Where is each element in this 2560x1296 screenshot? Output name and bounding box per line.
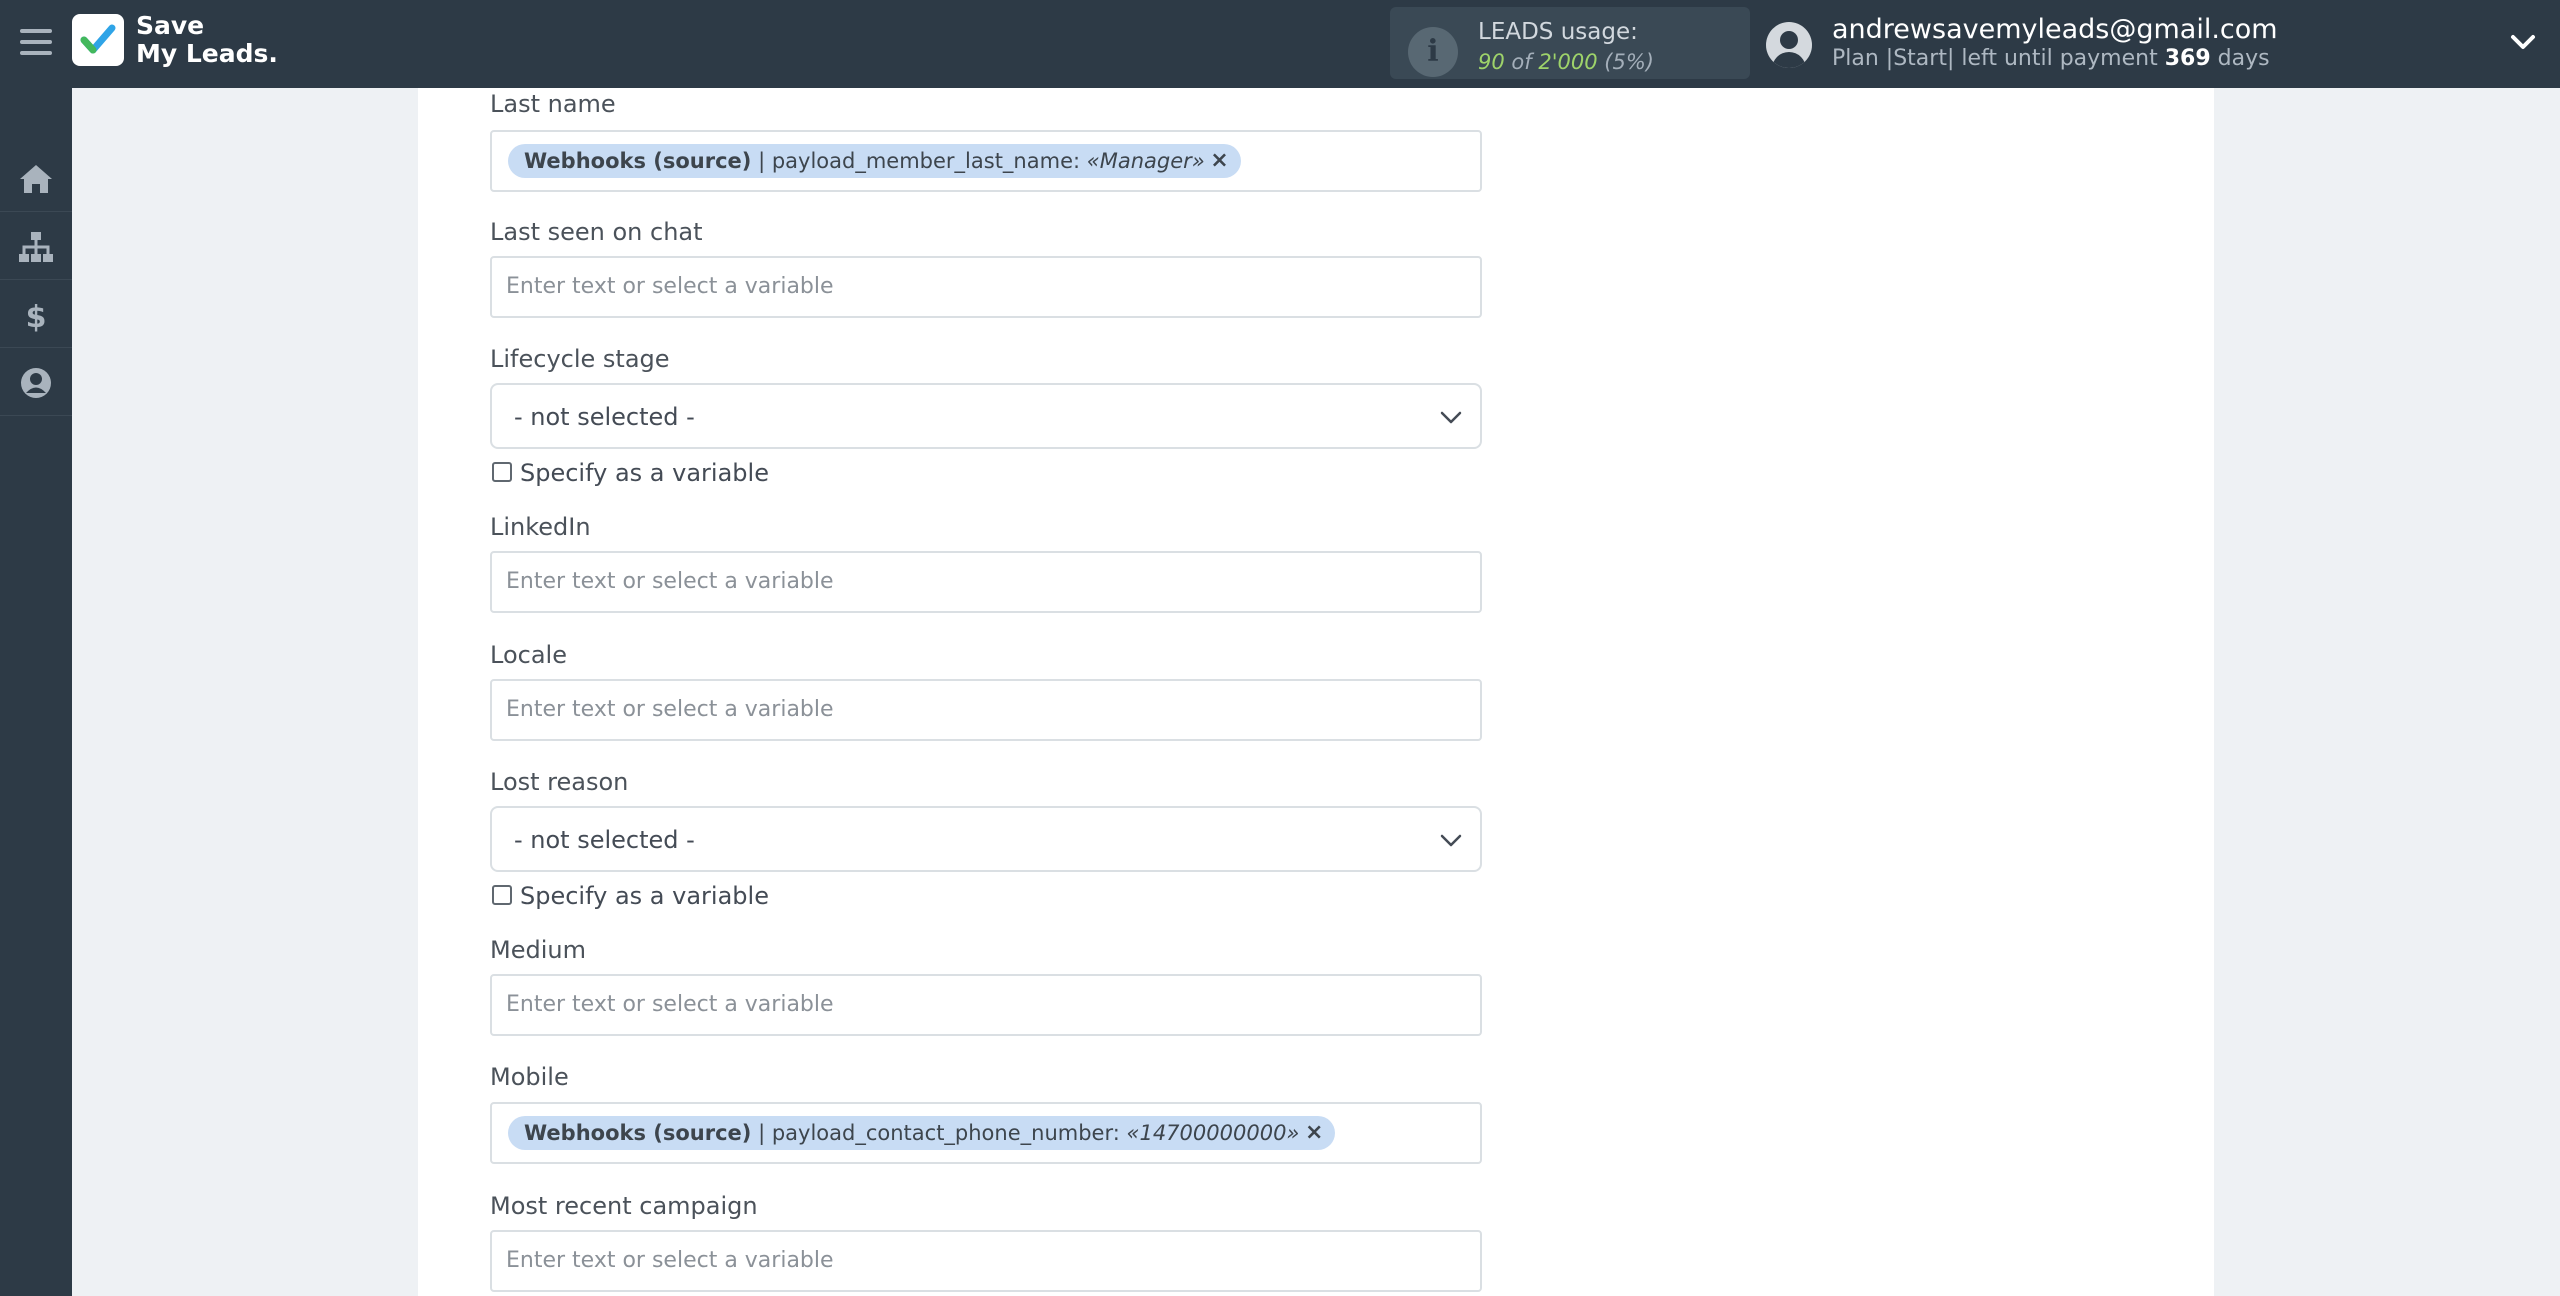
tag-source: Webhooks (source) <box>524 1121 752 1145</box>
field-label: Lifecycle stage <box>490 345 670 373</box>
tag-value: «14700000000» <box>1126 1121 1300 1145</box>
field-label: Lost reason <box>490 768 629 796</box>
avatar[interactable] <box>1766 22 1812 68</box>
info-icon: i <box>1408 27 1458 77</box>
field-label: Mobile <box>490 1063 569 1091</box>
sidebar: $ <box>0 88 72 1296</box>
mobile-input[interactable]: Webhooks (source) | payload_contact_phon… <box>490 1102 1482 1164</box>
content-panel: Last name Webhooks (source) | payload_me… <box>418 88 2214 1296</box>
sidebar-item-home[interactable] <box>0 144 72 212</box>
medium-input[interactable]: Enter text or select a variable <box>490 974 1482 1036</box>
sidebar-item-account[interactable] <box>0 348 72 416</box>
usage-value: 90 of 2'000 (5%) <box>1478 50 1654 74</box>
plan-text: Plan |Start| left until payment <box>1832 46 2158 71</box>
specify-variable-checkbox[interactable] <box>492 885 512 905</box>
field-label: Most recent campaign <box>490 1192 758 1220</box>
input-placeholder: Enter text or select a variable <box>506 992 834 1017</box>
specify-variable-checkbox[interactable] <box>492 462 512 482</box>
tag-field: | payload_contact_phone_number: <box>758 1121 1120 1145</box>
home-icon <box>20 165 52 193</box>
top-bar: Save My Leads. i LEADS usage: 90 of 2'00… <box>0 0 2560 88</box>
input-placeholder: Enter text or select a variable <box>506 569 834 594</box>
field-label: Medium <box>490 936 586 964</box>
usage-total: 2'000 <box>1538 50 1598 74</box>
checkbox-label[interactable]: Specify as a variable <box>520 459 769 487</box>
tag-field: | payload_member_last_name: <box>758 149 1081 173</box>
user-circle-icon <box>21 368 51 398</box>
usage-percent: (5%) <box>1604 50 1654 74</box>
locale-input[interactable]: Enter text or select a variable <box>490 679 1482 741</box>
input-placeholder: Enter text or select a variable <box>506 697 834 722</box>
variable-tag[interactable]: Webhooks (source) | payload_member_last_… <box>508 144 1241 178</box>
logo-icon[interactable] <box>72 14 124 66</box>
dollar-icon: $ <box>26 300 47 332</box>
field-label: Last name <box>490 90 616 118</box>
select-value: - not selected - <box>514 826 695 854</box>
last-name-input[interactable]: Webhooks (source) | payload_member_last_… <box>490 130 1482 192</box>
lost-reason-select[interactable]: - not selected - <box>490 806 1482 872</box>
input-placeholder: Enter text or select a variable <box>506 274 834 299</box>
last-seen-input[interactable]: Enter text or select a variable <box>490 256 1482 318</box>
checkbox-label[interactable]: Specify as a variable <box>520 882 769 910</box>
chevron-down-icon <box>1440 834 1462 847</box>
close-icon[interactable]: × <box>1210 144 1228 178</box>
tag-source: Webhooks (source) <box>524 149 752 173</box>
sidebar-item-connections[interactable] <box>0 212 72 280</box>
usage-used: 90 <box>1478 50 1505 74</box>
sitemap-icon <box>19 232 53 262</box>
menu-icon[interactable] <box>20 27 52 57</box>
tag-value: «Manager» <box>1086 149 1205 173</box>
chevron-down-icon[interactable] <box>2510 28 2536 58</box>
usage-title: LEADS usage: <box>1478 19 1638 45</box>
field-label: LinkedIn <box>490 513 591 541</box>
plan-days-suffix: days <box>2217 46 2270 71</box>
linkedin-input[interactable]: Enter text or select a variable <box>490 551 1482 613</box>
sidebar-item-billing[interactable]: $ <box>0 280 72 348</box>
logo-line-2: My Leads. <box>136 39 278 68</box>
input-placeholder: Enter text or select a variable <box>506 1248 834 1273</box>
leads-usage-panel: i LEADS usage: 90 of 2'000 (5%) <box>1390 7 1750 79</box>
field-label: Last seen on chat <box>490 218 703 246</box>
usage-of: of <box>1511 50 1532 74</box>
select-value: - not selected - <box>514 403 695 431</box>
user-email[interactable]: andrewsavemyleads@gmail.com <box>1832 14 2278 45</box>
field-label: Locale <box>490 641 567 669</box>
plan-days: 369 <box>2164 46 2211 71</box>
variable-tag[interactable]: Webhooks (source) | payload_contact_phon… <box>508 1116 1336 1150</box>
close-icon[interactable]: × <box>1305 1116 1323 1150</box>
most-recent-campaign-input[interactable]: Enter text or select a variable <box>490 1230 1482 1292</box>
logo-text[interactable]: Save My Leads. <box>136 12 278 68</box>
logo-line-1: Save <box>136 11 205 40</box>
svg-text:$: $ <box>26 300 47 332</box>
user-plan: Plan |Start| left until payment 369 days <box>1832 46 2270 71</box>
lifecycle-stage-select[interactable]: - not selected - <box>490 383 1482 449</box>
chevron-down-icon <box>1440 411 1462 424</box>
